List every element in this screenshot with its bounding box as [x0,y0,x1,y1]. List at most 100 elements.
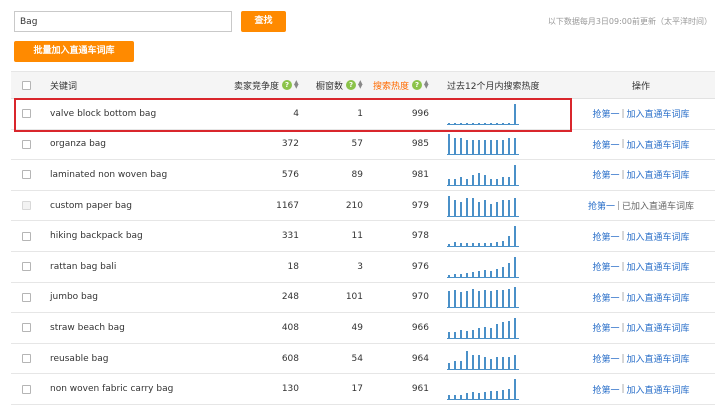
competition-cell: 372 [281,139,299,150]
trend-bar [472,174,474,185]
trend-bar [466,178,468,185]
trend-bar [496,122,498,124]
select-all-checkbox[interactable] [21,80,31,90]
keyword-cell: hiking backpack bag [50,231,143,242]
grab-first-link[interactable]: 抢第一 [592,107,619,120]
competition-cell: 576 [281,169,299,180]
trend-bar [478,243,480,247]
table-row: jumbo bag 248 101 970 抢第一 | 加入直通车词库 [11,283,715,314]
trend-bar [478,354,480,369]
trend-bar [448,178,450,185]
trend-bar [454,242,456,247]
trend-bar [508,199,510,216]
row-checkbox[interactable] [21,292,31,302]
grab-first-link[interactable]: 抢第一 [588,199,615,212]
header-heat[interactable]: 搜索热度 ? ▲ ▼ [371,72,429,98]
row-checkbox[interactable] [21,170,31,180]
sort-icon[interactable]: ▲ ▼ [358,80,363,90]
batch-add-button[interactable]: 批量加入直通车词库 [14,41,134,62]
grab-first-link[interactable]: 抢第一 [592,352,619,365]
keyword-cell: valve block bottom bag [50,108,157,119]
trend-bar [460,329,462,338]
keyword-search-input[interactable] [14,11,232,32]
trend-bar [490,140,492,155]
sort-icon[interactable]: ▲ ▼ [294,80,299,90]
row-checkbox[interactable] [21,354,31,364]
trend-bar [508,176,510,185]
add-to-library-link[interactable]: 加入直通车词库 [627,321,690,334]
table-row: reusable bag 608 54 964 抢第一 | 加入直通车词库 [11,344,715,375]
row-checkbox[interactable] [21,384,31,394]
keyword-cell: non woven fabric carry bag [50,384,174,395]
trend-bar [466,330,468,338]
trend-bar [490,243,492,247]
trend-bar [514,103,516,124]
keyword-cell: organza bag [50,139,107,150]
add-to-library-link[interactable]: 加入直通车词库 [627,383,690,396]
add-to-library-link[interactable]: 加入直通车词库 [627,138,690,151]
search-button[interactable]: 查找 [241,11,286,32]
header-showcase[interactable]: 橱窗数 ? ▲ ▼ [307,72,363,98]
row-checkbox[interactable] [21,139,31,149]
trend-bar [514,138,516,155]
help-icon[interactable]: ? [412,80,422,90]
trend-bar [478,122,480,124]
add-to-library-link[interactable]: 加入直通车词库 [627,260,690,273]
grab-first-link[interactable]: 抢第一 [592,291,619,304]
grab-first-link[interactable]: 抢第一 [592,138,619,151]
header-competition-label: 卖家竞争度 [233,81,279,92]
trend-bar [508,138,510,155]
trend-cell [447,191,577,221]
grab-first-link[interactable]: 抢第一 [592,321,619,334]
header-competition[interactable]: 卖家竞争度 ? ▲ ▼ [221,72,299,98]
heat-cell: 996 [411,108,429,119]
trend-bar [508,262,510,277]
add-to-library-link[interactable]: 加入直通车词库 [627,230,690,243]
trend-bar [490,178,492,185]
trend-bar [496,323,498,338]
ops-cell: 抢第一 | 加入直通车词库 [567,283,715,313]
grab-first-link[interactable]: 抢第一 [592,260,619,273]
trend-bar [484,174,486,185]
grab-first-link[interactable]: 抢第一 [592,230,619,243]
grab-first-link[interactable]: 抢第一 [592,383,619,396]
sort-icon[interactable]: ▲ ▼ [424,80,429,90]
ops-cell: 抢第一 | 加入直通车词库 [567,99,715,129]
trend-bar [448,134,450,155]
trend-bar [448,362,450,369]
trend-bar [454,290,456,308]
trend-bar [472,243,474,247]
trend-bar [460,395,462,400]
op-separator: | [621,322,625,333]
header-heat-label: 搜索热度 [372,81,409,92]
trend-bar [484,326,486,338]
help-icon[interactable]: ? [282,80,292,90]
help-icon[interactable]: ? [346,80,356,90]
add-to-library-link[interactable]: 加入直通车词库 [627,352,690,365]
trend-sparkline [447,286,519,309]
trend-cell [447,283,577,313]
trend-bar [448,122,450,124]
trend-sparkline [447,378,519,401]
trend-bar [454,360,456,369]
add-to-library-link[interactable]: 加入直通车词库 [627,291,690,304]
keyword-cell: jumbo bag [50,292,98,303]
trend-bar [502,356,504,369]
trend-bar [496,140,498,155]
row-checkbox[interactable] [21,231,31,241]
table-header: 关键词 卖家竞争度 ? ▲ ▼ 橱窗数 ? ▲ ▼ 搜索热度 ? ▲ ▼ 过去12个月… [11,72,715,99]
header-trend: 过去12个月内搜索热度 [447,81,540,92]
trend-bar [472,271,474,277]
row-checkbox[interactable] [21,262,31,272]
row-checkbox[interactable] [21,323,31,333]
add-to-library-link[interactable]: 加入直通车词库 [627,107,690,120]
trend-bar [448,274,450,277]
trend-bar [490,122,492,124]
grab-first-link[interactable]: 抢第一 [592,168,619,181]
trend-bar [466,122,468,124]
add-to-library-link[interactable]: 加入直通车词库 [627,168,690,181]
trend-bar [466,350,468,369]
trend-bar [448,195,450,216]
row-checkbox[interactable] [21,109,31,119]
showcase-cell: 101 [345,292,363,303]
